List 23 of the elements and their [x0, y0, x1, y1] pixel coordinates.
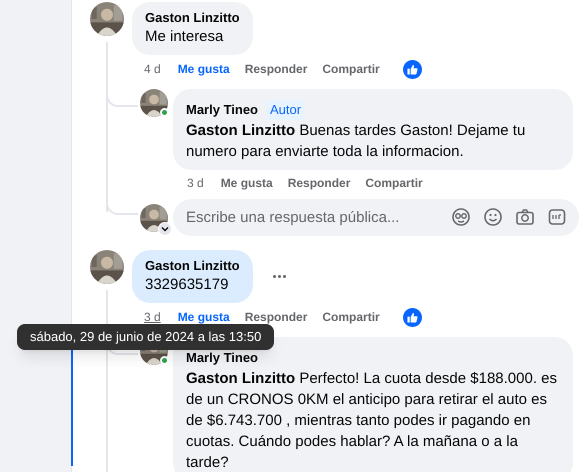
- timestamp-link[interactable]: 3 d: [144, 308, 161, 326]
- author-name[interactable]: Gaston Linzitto: [145, 10, 240, 26]
- author-name[interactable]: Marly Tineo: [186, 100, 258, 120]
- comment-text: Gaston Linzitto Buenas tardes Gaston! Dejame tu numero para enviarte toda la informacion.: [186, 121, 526, 162]
- comment-action-link[interactable]: Compartir: [365, 174, 423, 192]
- comment-action-link[interactable]: Responder: [244, 308, 308, 326]
- comment-action-link[interactable]: Me gusta: [220, 174, 273, 192]
- comment-action-link[interactable]: Me gusta: [178, 308, 230, 326]
- author-badge: Autor: [266, 100, 306, 120]
- comment-action-link[interactable]: Responder: [288, 174, 350, 192]
- comment-action-link[interactable]: Responder: [244, 60, 308, 78]
- comment-text: Me interesa: [145, 27, 224, 47]
- comment-action-link[interactable]: Compartir: [322, 60, 380, 78]
- comment-action-link[interactable]: Compartir: [322, 308, 380, 326]
- author-name[interactable]: Marly Tineo: [186, 348, 258, 368]
- timestamp-link[interactable]: 3 d: [187, 174, 204, 192]
- comment-text: Gaston Linzitto Perfecto! La cuota desde $188.000. es de un CRONOS 0KM el anticipo para retirar el auto es de $6.743.700 , mientras tanto podes ir pagando en cuotas. Cuándo podes hablar? A la mañana o a la tarde?: [186, 369, 558, 472]
- timestamp-tooltip: sábado, 29 de junio de 2024 a las 13:50: [17, 324, 274, 350]
- author-name[interactable]: Gaston Linzitto: [145, 258, 240, 274]
- reply-input-field[interactable]: Escribe una respuesta pública...: [173, 199, 579, 236]
- timestamp-link[interactable]: 4 d: [144, 60, 161, 78]
- comment-text: 3329635179: [145, 275, 230, 295]
- comment-action-link[interactable]: Me gusta: [178, 60, 230, 78]
